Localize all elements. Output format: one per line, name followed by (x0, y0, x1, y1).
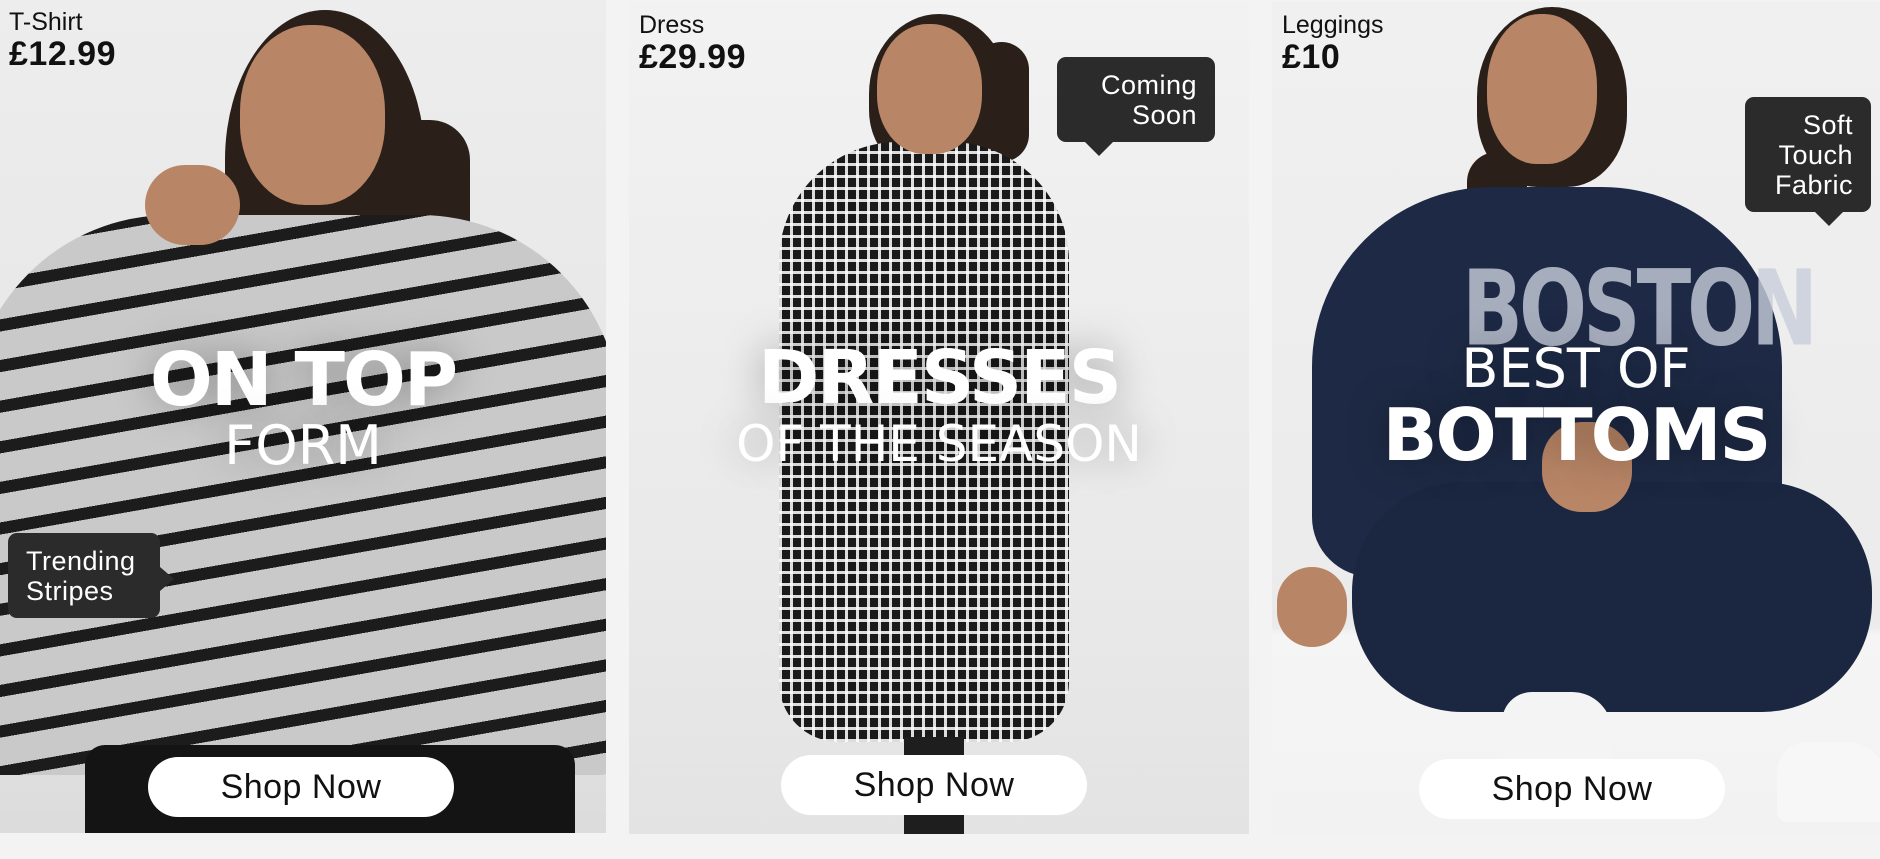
feature-tag: Soft Touch Fabric (1745, 97, 1871, 226)
shop-now-button[interactable]: Shop Now (1419, 759, 1725, 819)
headline-primary: ON TOP (149, 337, 458, 423)
product-name: T-Shirt (9, 8, 83, 36)
product-price: £12.99 (9, 35, 116, 73)
product-info: Dress £29.99 (639, 11, 746, 76)
promo-headline: ON TOP FORM (0, 342, 606, 474)
promo-headline: BEST OF BOTTOMS (1272, 337, 1880, 477)
promo-tile-tshirt[interactable]: T-Shirt £12.99 Trending Stripes ON TOP F… (0, 0, 606, 833)
feature-tag-label: Trending Stripes (26, 546, 136, 606)
product-info: T-Shirt £12.99 (9, 8, 116, 73)
headline-secondary: FORM (224, 414, 382, 477)
feature-tag: Trending Stripes (8, 533, 174, 618)
headline-primary: DRESSES (757, 335, 1122, 421)
feature-tag: Coming Soon (1057, 57, 1215, 156)
product-info: Leggings £10 (1282, 11, 1384, 76)
promo-tile-dress[interactable]: Dress £29.99 Coming Soon DRESSES OF THE … (629, 2, 1249, 834)
feature-tag-label: Soft Touch Fabric (1774, 110, 1853, 200)
headline-primary: BEST OF (1461, 337, 1691, 400)
headline-secondary: BOTTOMS (1382, 393, 1772, 477)
shop-now-button[interactable]: Shop Now (781, 755, 1087, 815)
headline-secondary: OF THE SEASON (736, 415, 1142, 473)
promo-headline: DRESSES OF THE SEASON (629, 335, 1249, 474)
feature-tag-label: Coming Soon (1100, 70, 1197, 130)
product-price: £10 (1282, 38, 1341, 76)
product-price: £29.99 (639, 38, 746, 76)
product-name: Leggings (1282, 11, 1384, 39)
shop-now-button[interactable]: Shop Now (148, 757, 454, 817)
product-name: Dress (639, 11, 705, 39)
promo-tile-leggings[interactable]: BOSTON Leggings £10 Soft Touch Fabric BE… (1272, 2, 1880, 835)
